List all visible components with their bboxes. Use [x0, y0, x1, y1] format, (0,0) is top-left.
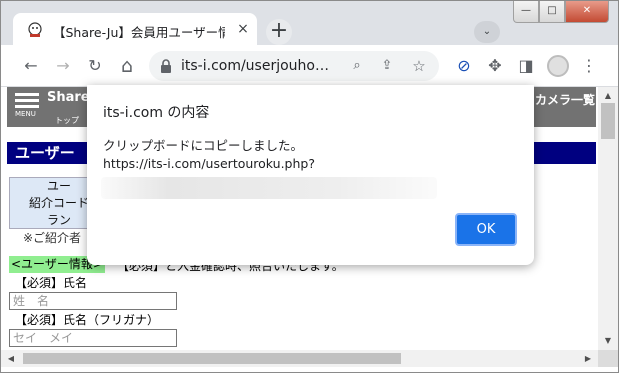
profile-avatar[interactable] [547, 55, 569, 77]
zoom-icon[interactable]: ⌕ [347, 56, 367, 76]
browser-toolbar: ← → ↻ ⌂ its-i.com/userjouho… ⌕ ⇪ ☆ ⊘ ✥ ◨… [1, 45, 618, 87]
vertical-scrollbar[interactable]: ▲ ▼ [598, 87, 618, 350]
top-link[interactable]: トップ [55, 115, 79, 126]
home-icon[interactable]: ⌂ [115, 54, 139, 78]
tab-close-icon[interactable]: × [233, 19, 253, 39]
horizontal-scroll-thumb[interactable] [23, 353, 401, 364]
name-field-label: 【必須】氏名 [15, 276, 88, 290]
extension-icon[interactable]: ⊘ [452, 54, 476, 78]
site-favicon-icon [28, 22, 42, 37]
scroll-right-arrow-icon[interactable]: ▶ [580, 350, 596, 367]
ok-button[interactable]: OK [455, 213, 517, 246]
dialog-url: https://its-i.com/usertouroku.php? [103, 156, 315, 171]
hamburger-menu-icon[interactable] [15, 93, 39, 111]
window-minimize-button[interactable]: — [513, 1, 539, 23]
camera-list-link[interactable]: カメラ一覧 [535, 91, 595, 108]
furigana-input[interactable]: セイ メイ [9, 329, 177, 347]
site-name[interactable]: Share [47, 90, 90, 105]
url-text[interactable]: its-i.com/userjouho… [181, 58, 329, 74]
furigana-field-label: 【必須】氏名（フリガナ） [15, 313, 160, 327]
back-arrow-icon[interactable]: ← [19, 54, 43, 78]
window-close-button[interactable]: ✕ [565, 1, 609, 23]
scrollbar-corner [598, 350, 618, 367]
alert-dialog: its-i.com の内容 クリップボードにコピーしました。 https://i… [87, 85, 534, 265]
horizontal-scrollbar[interactable]: ◀ ▶ [1, 350, 598, 367]
lock-icon[interactable] [159, 58, 173, 74]
dialog-message: クリップボードにコピーしました。 [103, 138, 304, 153]
browser-tab[interactable]: 【Share-Ju】会員用ユーザー情 × [13, 13, 257, 46]
forward-arrow-icon[interactable]: → [51, 54, 75, 78]
scroll-left-arrow-icon[interactable]: ◀ [3, 350, 19, 367]
browser-window: 【Share-Ju】会員用ユーザー情 × + ⌄ — □ ✕ ← → ↻ ⌂ i… [0, 0, 619, 373]
new-tab-button[interactable]: + [266, 19, 292, 45]
referrer-note: ※ご紹介者 [23, 231, 82, 245]
dialog-title: its-i.com の内容 [103, 105, 210, 121]
browser-menu-icon[interactable]: ⋮ [579, 54, 599, 78]
window-maximize-button[interactable]: □ [539, 1, 565, 23]
menu-label[interactable]: MENU [15, 110, 36, 118]
extensions-puzzle-icon[interactable]: ✥ [483, 54, 507, 78]
tab-title: 【Share-Ju】会員用ユーザー情 [53, 25, 225, 40]
tab-strip: 【Share-Ju】会員用ユーザー情 × + ⌄ — □ ✕ [1, 1, 618, 46]
vertical-scroll-thumb[interactable] [601, 103, 615, 139]
address-bar[interactable]: its-i.com/userjouho… ⌕ ⇪ ☆ [149, 51, 439, 81]
share-icon[interactable]: ⇪ [377, 56, 397, 76]
redacted-text [101, 177, 437, 199]
tab-search-chevron-icon[interactable]: ⌄ [474, 21, 500, 43]
reload-icon[interactable]: ↻ [83, 54, 107, 78]
name-input[interactable]: 姓 名 [9, 292, 177, 310]
bookmark-star-icon[interactable]: ☆ [409, 56, 429, 76]
side-panel-icon[interactable]: ◨ [514, 54, 538, 78]
scroll-up-arrow-icon[interactable]: ▲ [598, 89, 618, 103]
scroll-down-arrow-icon[interactable]: ▼ [598, 334, 618, 348]
